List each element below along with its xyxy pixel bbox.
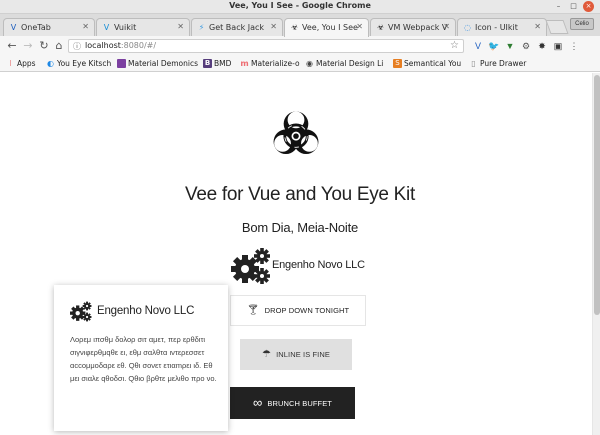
vue-devtools-icon[interactable]: V bbox=[472, 39, 484, 53]
tab-close-icon[interactable]: ✕ bbox=[356, 22, 363, 31]
uikit-icon: ◌ bbox=[464, 23, 471, 32]
gears-icon bbox=[231, 247, 271, 285]
inline-is-fine-button[interactable]: ☂ Inline is Fine bbox=[240, 339, 352, 370]
beach-umbrella-icon: ☂ bbox=[262, 348, 272, 360]
company-name: Engenho Novo LLC bbox=[272, 259, 365, 271]
tab-label: Get Back Jack bbox=[209, 23, 265, 32]
m-icon: m bbox=[240, 59, 249, 68]
apps-icon: ⁝ bbox=[9, 59, 12, 68]
close-window-button[interactable]: × bbox=[583, 1, 594, 12]
page-icon: ▯ bbox=[471, 59, 476, 68]
forward-arrow-icon[interactable]: → bbox=[21, 39, 35, 53]
button-label: Drop Down Tonight bbox=[264, 306, 350, 315]
twitter-icon[interactable]: 🐦 bbox=[488, 39, 500, 53]
reload-icon[interactable]: ↻ bbox=[37, 39, 51, 53]
tab-label: Icon - UIkit bbox=[475, 23, 518, 32]
button-label: Brunch Buffet bbox=[267, 398, 332, 408]
window-controls: – □ × bbox=[553, 1, 594, 12]
b-icon: B bbox=[203, 59, 212, 68]
tab-icon-uikit[interactable]: ◌ Icon - UIkit ✕ bbox=[457, 18, 547, 36]
tab-vee-you-i-see[interactable]: ☣ Vee, You I See ✕ bbox=[284, 18, 369, 37]
new-tab-button[interactable] bbox=[545, 20, 569, 34]
url-path: :8080/#/ bbox=[120, 41, 157, 50]
window-titlebar: Vee, You I See - Google Chrome – □ × bbox=[0, 0, 600, 14]
tab-close-icon[interactable]: ✕ bbox=[443, 22, 450, 31]
bookmark-material-demonics[interactable]: Material Demonics bbox=[117, 58, 198, 70]
tab-label: Vee, You I See bbox=[302, 23, 358, 32]
card-body-text: Λορεμ ιπσθμ δολορ σιτ αμετ, περ ερθδιτι … bbox=[70, 335, 217, 383]
bookmark-label: Pure Drawer bbox=[480, 59, 527, 68]
bookmark-label: Apps bbox=[17, 59, 36, 68]
bookmark-label: Semantical You bbox=[404, 59, 462, 68]
back-arrow-icon[interactable]: ← bbox=[5, 39, 19, 53]
page-subtitle: Bom Dia, Meia-Noite bbox=[241, 220, 359, 235]
browser-toolbar: ← → ↻ ⌂ ⓘ localhost:8080/#/ ☆ V 🐦 ▼ ⚙ ✸ … bbox=[0, 36, 600, 56]
vm-icon: ☣ bbox=[376, 23, 385, 32]
drop-down-tonight-button[interactable]: 🍸︎ Drop Down Tonight bbox=[230, 295, 366, 326]
infinity-icon: ∞ bbox=[252, 395, 263, 410]
tab-close-icon[interactable]: ✕ bbox=[82, 22, 89, 31]
company-card: Engenho Novo LLC Λορεμ ιπσθμ δολορ σιτ α… bbox=[54, 285, 228, 431]
button-label: Inline is Fine bbox=[276, 350, 330, 359]
tab-onetab[interactable]: V OneTab ✕ bbox=[3, 18, 95, 36]
tab-close-icon[interactable]: ✕ bbox=[534, 22, 541, 31]
settings-ext-icon[interactable]: ✸ bbox=[536, 39, 548, 53]
profile-button[interactable]: Celio bbox=[570, 18, 594, 30]
biohazard-logo-icon bbox=[266, 107, 326, 163]
vuikit-icon: V bbox=[103, 23, 110, 32]
card-title: Engenho Novo LLC bbox=[97, 305, 195, 317]
biohazard-icon: ☣ bbox=[290, 23, 299, 32]
square-icon bbox=[117, 59, 126, 68]
bookmarks-bar: ⁝ Apps ◐ You Eye Kitsch Material Demonics … bbox=[0, 56, 600, 72]
bookmark-bmd[interactable]: B BMD bbox=[203, 58, 231, 70]
gears-icon bbox=[70, 301, 92, 322]
info-icon[interactable]: ⓘ bbox=[73, 41, 81, 53]
tab-close-icon[interactable]: ✕ bbox=[270, 22, 277, 31]
tab-get-back-jack[interactable]: ⚡ Get Back Jack ✕ bbox=[191, 18, 283, 36]
maximize-button[interactable]: □ bbox=[568, 1, 579, 12]
vertical-scrollbar[interactable] bbox=[592, 73, 600, 435]
tab-label: VM Webpack V bbox=[388, 23, 448, 32]
brunch-buffet-button[interactable]: ∞ Brunch Buffet bbox=[230, 387, 355, 419]
puzzle-icon[interactable]: ⚙ bbox=[520, 39, 532, 53]
s-icon: S bbox=[393, 59, 402, 68]
minimize-button[interactable]: – bbox=[553, 1, 564, 12]
bookmark-star-icon[interactable]: ☆ bbox=[450, 40, 459, 52]
bookmark-pure-drawer[interactable]: ▯ Pure Drawer bbox=[469, 58, 526, 70]
tab-label: Vuikit bbox=[114, 23, 137, 32]
vuetify-icon[interactable]: ▼ bbox=[504, 39, 516, 53]
bookmark-apps[interactable]: ⁝ Apps bbox=[6, 58, 36, 70]
bookmark-label: You Eye Kitsch bbox=[57, 59, 112, 68]
tab-strip: V OneTab ✕ V Vuikit ✕ ⚡ Get Back Jack ✕ … bbox=[0, 14, 600, 37]
page-content: Vee for Vue and You Eye Kit Bom Dia, Mei… bbox=[0, 73, 600, 435]
page-title: Vee for Vue and You Eye Kit bbox=[185, 184, 415, 205]
scrollbar-thumb[interactable] bbox=[594, 75, 600, 315]
url-host: localhost bbox=[85, 41, 121, 50]
shield-ext-icon[interactable]: ▣ bbox=[552, 39, 564, 53]
bookmark-label: Material Demonics bbox=[128, 59, 199, 68]
onetab-icon: V bbox=[10, 23, 17, 32]
tab-close-icon[interactable]: ✕ bbox=[177, 22, 184, 31]
bookmark-label: BMD bbox=[214, 59, 232, 68]
bookmark-label: Materialize-o bbox=[251, 59, 300, 68]
bookmark-you-eye-kitsch[interactable]: ◐ You Eye Kitsch bbox=[46, 58, 111, 70]
spinner-icon: ◐ bbox=[47, 59, 54, 68]
cocktail-icon: 🍸︎ bbox=[246, 304, 260, 316]
card-header: Engenho Novo LLC bbox=[70, 301, 220, 323]
mdl-icon: ◉ bbox=[306, 59, 313, 68]
company-row: Engenho Novo LLC bbox=[231, 247, 391, 287]
window-title: Vee, You I See - Google Chrome bbox=[229, 1, 371, 10]
menu-icon[interactable]: ⋮ bbox=[568, 39, 580, 53]
extension-icons: V 🐦 ▼ ⚙ ✸ ▣ ⋮ bbox=[472, 39, 580, 53]
vue-icon: ⚡ bbox=[198, 23, 205, 32]
address-bar[interactable]: ⓘ localhost:8080/#/ ☆ bbox=[68, 39, 464, 53]
bookmark-label: Material Design Li bbox=[316, 59, 384, 68]
bookmark-materialize[interactable]: m Materialize-o bbox=[240, 58, 300, 70]
tab-vuikit[interactable]: V Vuikit ✕ bbox=[96, 18, 190, 36]
bookmark-semantical-you[interactable]: S Semantical You bbox=[393, 58, 461, 70]
bookmark-material-design-lite[interactable]: ◉ Material Design Li bbox=[305, 58, 383, 70]
tab-label: OneTab bbox=[21, 23, 51, 32]
home-icon[interactable]: ⌂ bbox=[52, 39, 66, 53]
tab-vm-webpack[interactable]: ☣ VM Webpack V ✕ bbox=[370, 18, 456, 36]
